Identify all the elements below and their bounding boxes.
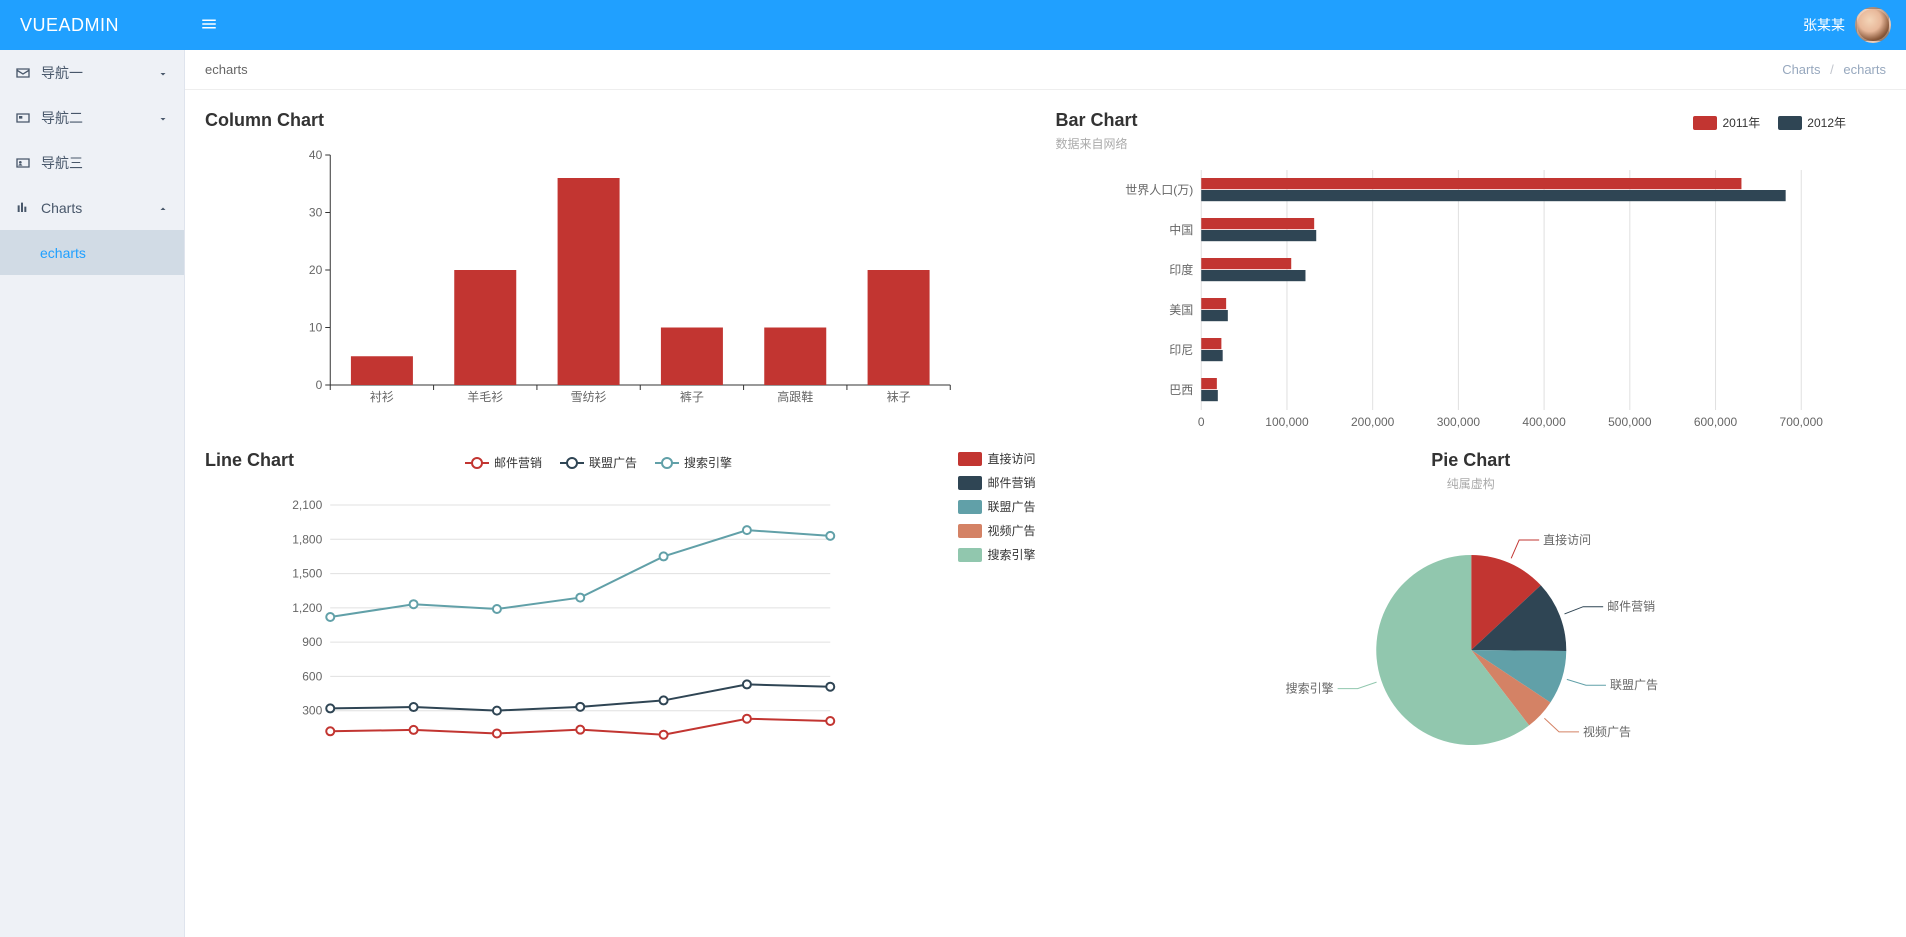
app-header: VUEADMIN 张某某 xyxy=(0,0,1906,50)
sidebar-item-nav3[interactable]: 导航三 xyxy=(0,140,184,185)
sidebar-item-charts[interactable]: Charts xyxy=(0,185,184,230)
chart-title: Pie Chart xyxy=(1056,450,1887,471)
line-chart-svg: 300 600 900 1,200 1,500 1,800 2,100 xyxy=(205,475,1036,755)
svg-text:联盟广告: 联盟广告 xyxy=(1609,678,1657,692)
svg-text:1,800: 1,800 xyxy=(292,532,322,546)
svg-text:邮件营销: 邮件营销 xyxy=(1607,600,1655,614)
main-content: echarts Charts / echarts Column Chart 0 1… xyxy=(185,0,1906,937)
svg-text:中国: 中国 xyxy=(1169,222,1193,237)
svg-text:巴西: 巴西 xyxy=(1169,383,1193,397)
sidebar-item-label: 导航一 xyxy=(41,63,157,83)
svg-text:衬衫: 衬衫 xyxy=(370,390,394,404)
chevron-down-icon xyxy=(157,67,169,79)
chevron-down-icon xyxy=(157,112,169,124)
svg-text:羊毛衫: 羊毛衫 xyxy=(467,389,503,404)
legend-item[interactable]: 联盟广告 xyxy=(560,454,637,471)
chart-subtitle: 纯属虚构 xyxy=(1056,475,1887,492)
svg-text:视频广告: 视频广告 xyxy=(1583,724,1631,739)
svg-text:直接访问: 直接访问 xyxy=(1543,532,1591,547)
svg-text:400,000: 400,000 xyxy=(1522,415,1566,429)
svg-text:600: 600 xyxy=(302,669,322,683)
svg-text:300,000: 300,000 xyxy=(1436,415,1480,429)
svg-text:袜子: 袜子 xyxy=(887,390,911,404)
hamburger-icon xyxy=(200,20,218,36)
svg-text:高跟鞋: 高跟鞋 xyxy=(777,389,813,404)
svg-text:40: 40 xyxy=(309,148,323,162)
sidebar-item-label: Charts xyxy=(41,200,157,216)
svg-text:900: 900 xyxy=(302,635,322,649)
breadcrumb-path: Charts / echarts xyxy=(1782,62,1886,77)
svg-text:700,000: 700,000 xyxy=(1779,415,1823,429)
pie-chart-svg: 直接访问邮件营销联盟广告视频广告 搜索引擎 xyxy=(1056,500,1887,780)
sidebar-subitem-label: echarts xyxy=(40,245,86,261)
svg-text:200,000: 200,000 xyxy=(1350,415,1394,429)
page-title: echarts xyxy=(205,62,248,77)
svg-text:300: 300 xyxy=(302,704,322,718)
chart-title: Column Chart xyxy=(205,110,1036,131)
envelope-icon xyxy=(15,65,31,81)
user-name: 张某某 xyxy=(1803,15,1845,35)
sidebar-subitem-echarts[interactable]: echarts xyxy=(0,230,184,275)
svg-text:搜索引擎: 搜索引擎 xyxy=(1285,681,1333,696)
legend-item[interactable]: 联盟广告 xyxy=(958,498,1035,515)
bar-chart-icon xyxy=(15,200,31,216)
svg-text:印尼: 印尼 xyxy=(1169,343,1193,357)
line-chart-legend: 邮件营销 联盟广告 搜索引擎 xyxy=(465,454,732,471)
breadcrumb-item: echarts xyxy=(1843,62,1886,77)
svg-text:600,000: 600,000 xyxy=(1693,415,1737,429)
svg-text:世界人口(万): 世界人口(万) xyxy=(1125,183,1193,197)
svg-text:20: 20 xyxy=(309,263,323,277)
breadcrumb-item[interactable]: Charts xyxy=(1782,62,1820,77)
sidebar-item-label: 导航三 xyxy=(41,153,169,173)
avatar xyxy=(1855,7,1891,43)
header-user[interactable]: 张某某 xyxy=(1803,7,1906,43)
menu-toggle-button[interactable] xyxy=(185,15,233,36)
breadcrumb: echarts Charts / echarts xyxy=(185,50,1906,90)
sidebar: 导航一 导航二 导航三 Charts echarts xyxy=(0,0,185,937)
column-chart-svg: 0 10 20 30 40 衬衫 羊毛衫 雪纺衫 裤子 高跟鞋 袜子 xyxy=(205,135,1036,415)
svg-text:1,200: 1,200 xyxy=(292,601,322,615)
legend-item[interactable]: 2012年 xyxy=(1778,114,1846,131)
legend-item[interactable]: 搜索引擎 xyxy=(958,546,1035,563)
sidebar-item-nav2[interactable]: 导航二 xyxy=(0,95,184,140)
sidebar-item-label: 导航二 xyxy=(41,108,157,128)
svg-text:美国: 美国 xyxy=(1169,303,1193,317)
chevron-up-icon xyxy=(157,202,169,214)
sidebar-item-nav1[interactable]: 导航一 xyxy=(0,50,184,95)
bar-chart-legend: 2011年 2012年 xyxy=(1693,114,1846,131)
breadcrumb-sep: / xyxy=(1830,62,1834,77)
pie-chart: Pie Chart 纯属虚构 直接访问邮件营销联盟广告视频广告 搜索引擎 xyxy=(1056,450,1887,770)
svg-text:2,100: 2,100 xyxy=(292,498,322,512)
legend-item[interactable]: 邮件营销 xyxy=(958,474,1035,491)
svg-text:印度: 印度 xyxy=(1169,262,1193,277)
svg-text:雪纺衫: 雪纺衫 xyxy=(571,390,607,404)
legend-item[interactable]: 直接访问 xyxy=(958,450,1035,467)
svg-text:0: 0 xyxy=(316,378,323,392)
legend-item[interactable]: 2011年 xyxy=(1693,114,1760,131)
column-chart: Column Chart 0 10 20 30 40 衬衫 羊毛衫 雪纺衫 裤子 高跟鞋 袜子 xyxy=(205,110,1036,430)
legend-item[interactable]: 搜索引擎 xyxy=(655,454,732,471)
line-chart: Line Chart 邮件营销 联盟广告 搜索引擎 直接访问邮件营销联盟广告视频… xyxy=(205,450,1036,770)
svg-text:10: 10 xyxy=(309,321,323,335)
svg-text:30: 30 xyxy=(309,206,323,220)
legend-item[interactable]: 邮件营销 xyxy=(465,454,542,471)
svg-text:100,000: 100,000 xyxy=(1265,415,1309,429)
bar-chart-svg: 0 100,000 200,000 300,000 400,000 500,000 600,… xyxy=(1056,160,1887,440)
svg-text:裤子: 裤子 xyxy=(680,390,704,404)
svg-text:0: 0 xyxy=(1197,415,1204,429)
svg-text:1,500: 1,500 xyxy=(292,567,322,581)
contact-icon xyxy=(15,155,31,171)
bar-chart: Bar Chart 数据来自网络 2011年 2012年 0100,000200… xyxy=(1056,110,1887,430)
svg-text:500,000: 500,000 xyxy=(1608,415,1652,429)
stack-legend: 直接访问邮件营销联盟广告视频广告搜索引擎 xyxy=(958,450,1035,563)
legend-item[interactable]: 视频广告 xyxy=(958,522,1035,539)
chart-subtitle: 数据来自网络 xyxy=(1056,135,1887,152)
app-logo: VUEADMIN xyxy=(0,15,185,36)
card-icon xyxy=(15,110,31,126)
